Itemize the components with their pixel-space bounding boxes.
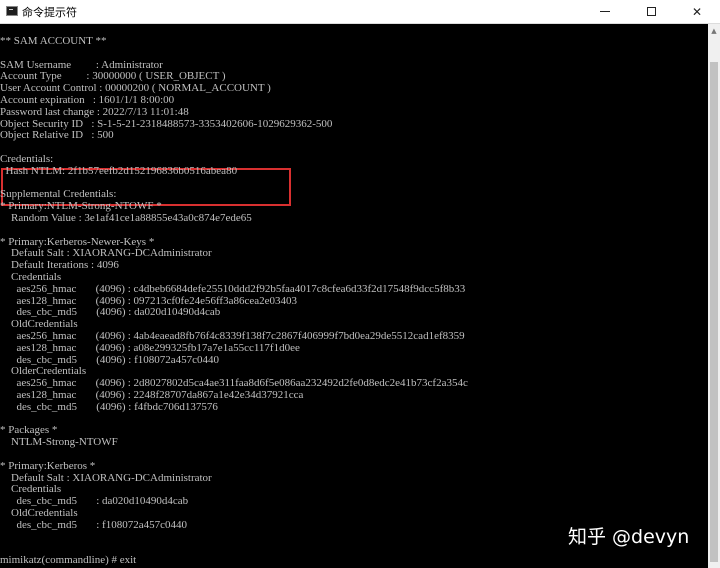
title-bar[interactable]: 命令提示符 ✕ [0,0,720,24]
console-line: NTLM-Strong-NTOWF [0,436,118,449]
window-title: 命令提示符 [22,6,77,19]
scrollbar-thumb[interactable] [710,62,718,562]
close-icon: ✕ [691,4,703,19]
maximize-button[interactable] [628,0,674,23]
console-line: * Primary:Kerberos * [0,459,96,472]
vertical-scrollbar[interactable]: ▲ [708,24,720,568]
minimize-button[interactable] [582,0,628,23]
scroll-up-arrow-icon[interactable]: ▲ [708,24,720,38]
console-line: des_cbc_md5 : f108072a457c0440 [0,518,187,531]
close-button[interactable]: ✕ [674,0,720,23]
console-line: Hash NTLM: 2f1b57eefb2d152196836b0516abe… [0,164,238,177]
console-line: Random Value : 3e1af41ce1a88855e43a0c874… [0,212,252,224]
console-line: Object Relative ID : 500 [0,129,114,142]
console-line: Password last change : 2022/7/13 11:01:4… [0,105,189,118]
minimize-icon [600,11,610,12]
maximize-icon [646,7,656,16]
console-line: aes128_hmac (4096) : a08e299325fb17a7e1a… [0,341,300,354]
console-line: mimikatz(commandline) # exit [0,554,137,567]
watermark: 知乎 @devyn [568,526,690,548]
console-line: ** SAM ACCOUNT ** [0,35,107,47]
console-line: des_cbc_md5 (4096) : f4fbdc706d137576 [0,400,218,413]
console-output[interactable]: ** SAM ACCOUNT ** SAM Username : Administ… [0,24,708,568]
console-line: aes256_hmac (4096) : c4dbeb6684defe25510… [0,282,466,295]
cmd-icon [6,6,18,16]
